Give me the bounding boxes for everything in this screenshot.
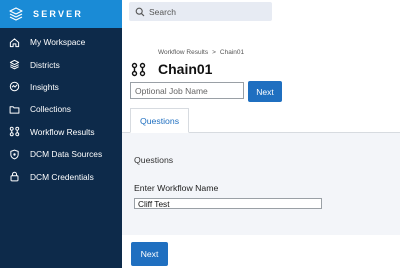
home-icon: [8, 36, 20, 48]
sidebar-item-insights[interactable]: Insights: [0, 76, 122, 98]
logo-icon: [8, 7, 23, 22]
lock-icon: [8, 171, 20, 183]
sidebar: SERVER My Workspace Districts Insights C…: [0, 0, 122, 268]
workflow-name-label: Enter Workflow Name: [134, 183, 219, 193]
job-name-input[interactable]: [130, 82, 244, 99]
sidebar-item-label: DCM Data Sources: [30, 149, 103, 160]
breadcrumb-separator: >: [212, 49, 216, 56]
sidebar-item-dcm-credentials[interactable]: DCM Credentials: [0, 165, 122, 187]
sidebar-item-workflow-results[interactable]: Workflow Results: [0, 121, 122, 143]
workflow-icon: [8, 126, 20, 138]
breadcrumb-parent-link[interactable]: Workflow Results: [158, 49, 208, 56]
brand-name: SERVER: [33, 9, 84, 19]
next-button-top[interactable]: Next: [248, 81, 282, 102]
layers-icon: [8, 59, 20, 71]
search-box[interactable]: [129, 2, 272, 21]
search-icon: [135, 7, 145, 17]
sidebar-item-dcm-data-sources[interactable]: DCM Data Sources: [0, 143, 122, 165]
workflow-icon: [131, 62, 146, 77]
workflow-name-input[interactable]: [134, 198, 322, 209]
footer-bar: Next: [122, 235, 400, 268]
questions-section-title: Questions: [134, 155, 174, 165]
sidebar-item-label: My Workspace: [30, 37, 86, 48]
sidebar-item-my-workspace[interactable]: My Workspace: [0, 31, 122, 53]
next-button-bottom[interactable]: Next: [131, 242, 168, 266]
sidebar-item-label: Workflow Results: [30, 126, 95, 137]
workflow-header: Workflow Results>Chain01 Chain01 Next Qu…: [122, 28, 400, 133]
page-title: Chain01: [158, 61, 213, 77]
brand-bar[interactable]: SERVER: [0, 0, 122, 28]
questions-panel: Questions Enter Workflow Name: [122, 133, 400, 235]
sidebar-item-label: Districts: [30, 59, 60, 70]
sidebar-item-label: DCM Credentials: [30, 171, 94, 182]
search-input[interactable]: [149, 6, 269, 17]
sidebar-item-districts[interactable]: Districts: [0, 53, 122, 75]
sidebar-item-label: Insights: [30, 81, 59, 92]
folder-icon: [8, 103, 20, 115]
tab-questions[interactable]: Questions: [130, 108, 189, 133]
sidebar-item-label: Collections: [30, 104, 71, 115]
sidebar-item-collections[interactable]: Collections: [0, 98, 122, 120]
insights-icon: [8, 81, 20, 93]
shield-icon: [8, 148, 20, 160]
top-bar: [122, 0, 400, 28]
breadcrumb: Workflow Results > Chain01: [158, 49, 244, 56]
breadcrumb-current: Chain01: [219, 49, 245, 56]
title-row: Chain01: [131, 61, 212, 77]
sidebar-nav: My Workspace Districts Insights Collecti…: [0, 31, 122, 188]
